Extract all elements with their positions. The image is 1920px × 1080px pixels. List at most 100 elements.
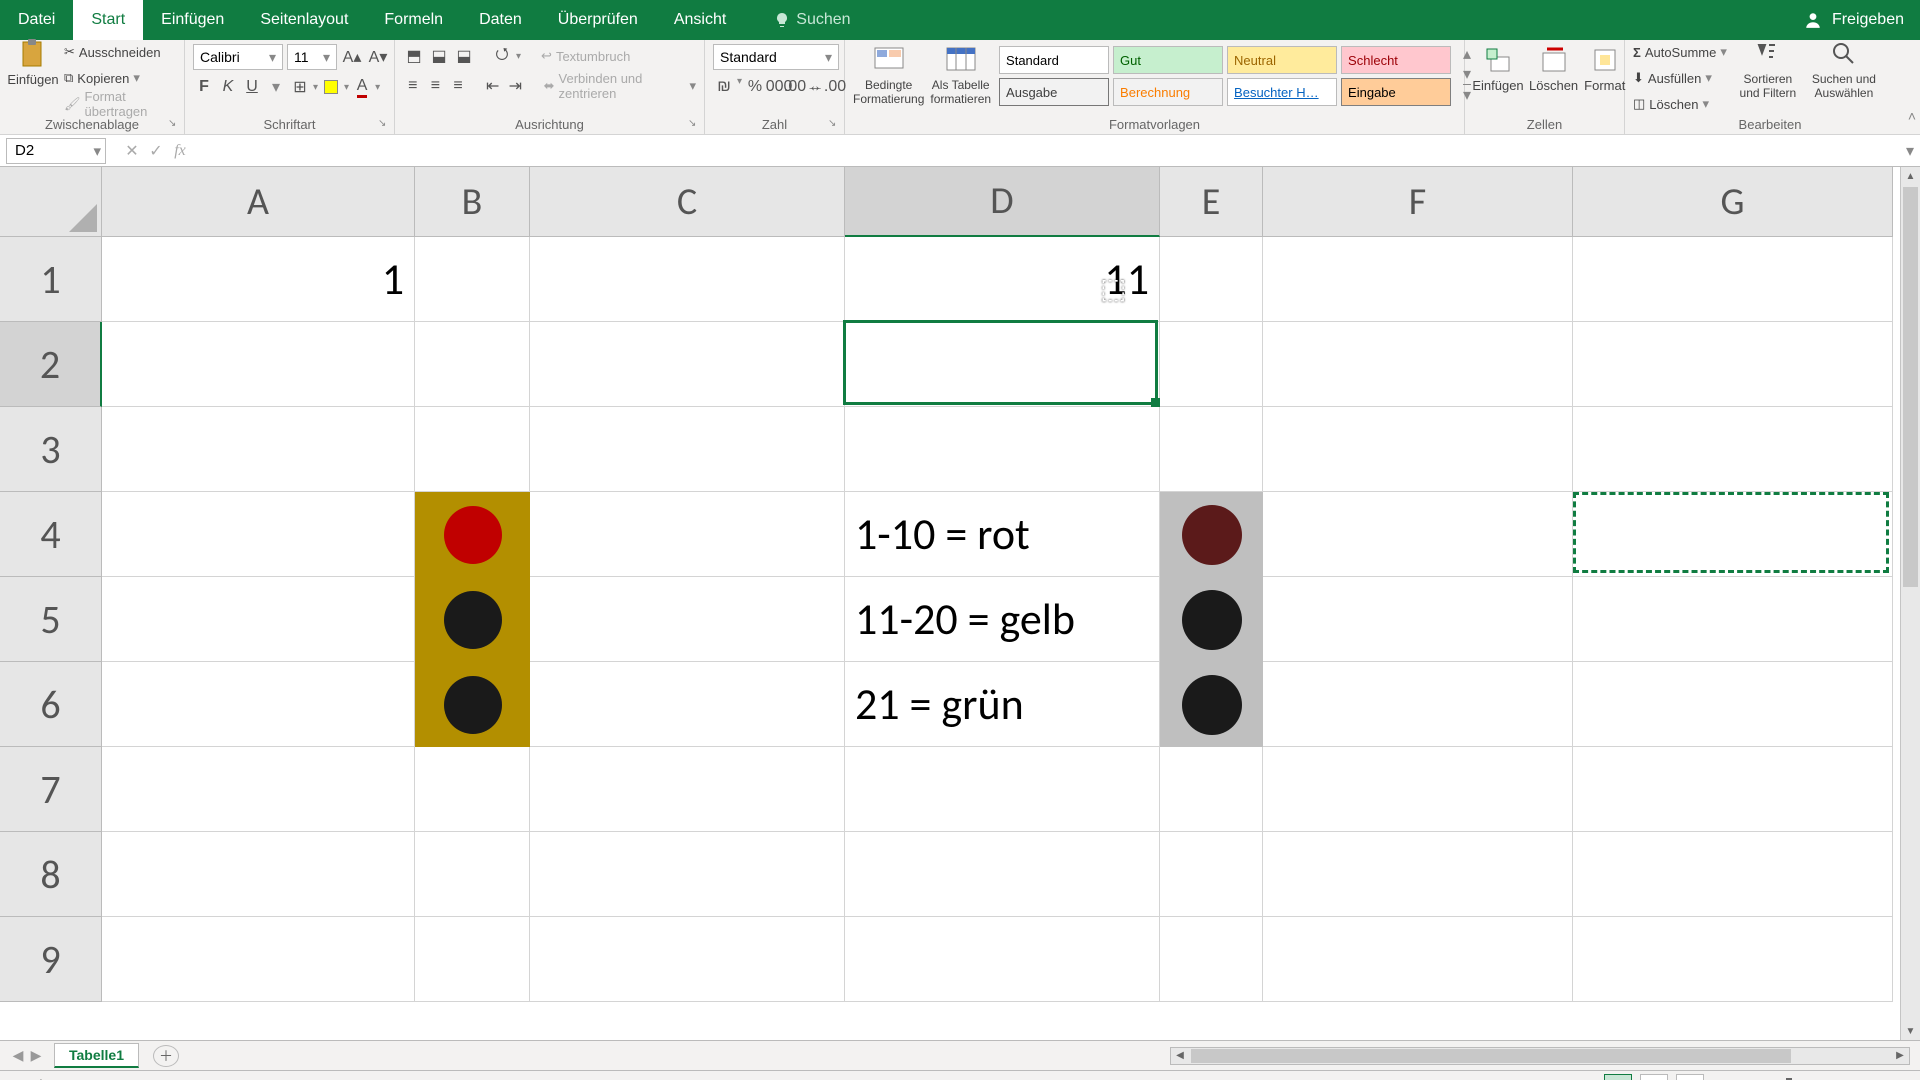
cell-D7[interactable] bbox=[845, 747, 1160, 832]
share-button[interactable]: Freigeben bbox=[1832, 11, 1904, 29]
cell-C5[interactable] bbox=[530, 577, 845, 662]
row-header-7[interactable]: 7 bbox=[0, 747, 102, 832]
cell-D9[interactable] bbox=[845, 917, 1160, 1002]
tab-daten[interactable]: Daten bbox=[461, 0, 540, 40]
collapse-ribbon-icon[interactable]: ˄ bbox=[1908, 108, 1916, 124]
cell-G3[interactable] bbox=[1573, 407, 1893, 492]
row-header-3[interactable]: 3 bbox=[0, 407, 102, 492]
sheet-nav-next-icon[interactable]: ▶ bbox=[28, 1047, 44, 1064]
conditional-formatting-button[interactable]: Bedingte Formatierung bbox=[853, 44, 924, 106]
column-header-D[interactable]: D bbox=[845, 167, 1160, 237]
cell-C1[interactable] bbox=[530, 237, 845, 322]
cell-F9[interactable] bbox=[1263, 917, 1573, 1002]
vertical-scroll-thumb[interactable] bbox=[1903, 187, 1918, 587]
file-tab[interactable]: Datei bbox=[0, 0, 73, 40]
orientation-icon[interactable]: ⭯ bbox=[491, 45, 513, 67]
insert-function-icon[interactable]: fx bbox=[170, 142, 190, 160]
cell-G9[interactable] bbox=[1573, 917, 1893, 1002]
enter-formula-icon[interactable]: ✓ bbox=[146, 141, 166, 161]
cell-D2[interactable] bbox=[845, 322, 1160, 407]
cell-B9[interactable] bbox=[415, 917, 530, 1002]
cell-F8[interactable] bbox=[1263, 832, 1573, 917]
cell-E2[interactable] bbox=[1160, 322, 1263, 407]
number-format-select[interactable]: Standard▾ bbox=[713, 44, 839, 70]
cell-A2[interactable] bbox=[102, 322, 415, 407]
name-box[interactable]: D2▾ bbox=[6, 138, 106, 164]
cell-G1[interactable] bbox=[1573, 237, 1893, 322]
style-gut[interactable]: Gut bbox=[1113, 46, 1223, 74]
font-size-select[interactable]: 11▾ bbox=[287, 44, 337, 70]
border-button[interactable]: ⊞ bbox=[289, 76, 311, 98]
cell-F6[interactable] bbox=[1263, 662, 1573, 747]
cell-F7[interactable] bbox=[1263, 747, 1573, 832]
cancel-formula-icon[interactable]: ✕ bbox=[122, 141, 142, 161]
style-eingabe[interactable]: Eingabe bbox=[1341, 78, 1451, 106]
find-select-button[interactable]: Suchen und Auswählen bbox=[1809, 38, 1879, 100]
cell-A7[interactable] bbox=[102, 747, 415, 832]
copy-button[interactable]: ⧉Kopieren▾ bbox=[64, 66, 176, 90]
decrease-font-icon[interactable]: A▾ bbox=[367, 46, 389, 68]
row-header-1[interactable]: 1 bbox=[0, 237, 102, 322]
horizontal-scrollbar[interactable]: ◀ ▶ bbox=[1170, 1047, 1910, 1065]
cell-F1[interactable] bbox=[1263, 237, 1573, 322]
select-all-corner[interactable] bbox=[0, 167, 102, 237]
style-schlecht[interactable]: Schlecht bbox=[1341, 46, 1451, 74]
cell-F4[interactable] bbox=[1263, 492, 1573, 577]
tab-ueberpruefen[interactable]: Überprüfen bbox=[540, 0, 656, 40]
normal-view-button[interactable]: ▦ bbox=[1604, 1074, 1632, 1080]
cell-E7[interactable] bbox=[1160, 747, 1263, 832]
font-launcher[interactable]: ↘ bbox=[378, 118, 392, 132]
cell-D3[interactable] bbox=[845, 407, 1160, 492]
format-as-table-button[interactable]: Als Tabelle formatieren bbox=[930, 44, 991, 106]
cell-G8[interactable] bbox=[1573, 832, 1893, 917]
expand-formula-bar-icon[interactable]: ▾ bbox=[1900, 141, 1920, 161]
page-break-view-button[interactable]: ▥ bbox=[1676, 1074, 1704, 1080]
column-header-B[interactable]: B bbox=[415, 167, 530, 237]
scroll-right-icon[interactable]: ▶ bbox=[1891, 1048, 1909, 1064]
align-right-icon[interactable]: ≡ bbox=[448, 75, 468, 97]
style-standard[interactable]: Standard bbox=[999, 46, 1109, 74]
tab-start[interactable]: Start bbox=[73, 0, 143, 40]
formula-bar[interactable] bbox=[200, 138, 1900, 164]
zoom-level[interactable]: 390 % bbox=[1871, 1077, 1908, 1080]
format-cells-button[interactable]: Format bbox=[1584, 44, 1625, 93]
cell-B7[interactable] bbox=[415, 747, 530, 832]
cell-D5[interactable]: 11-20 = gelb bbox=[845, 577, 1160, 662]
cell-C6[interactable] bbox=[530, 662, 845, 747]
underline-button[interactable]: U bbox=[241, 76, 263, 98]
cell-C4[interactable] bbox=[530, 492, 845, 577]
sheet-nav-prev-icon[interactable]: ◀ bbox=[10, 1047, 26, 1064]
insert-cells-button[interactable]: Einfügen bbox=[1473, 44, 1523, 93]
cell-F5[interactable] bbox=[1263, 577, 1573, 662]
tab-ansicht[interactable]: Ansicht bbox=[656, 0, 744, 40]
column-header-A[interactable]: A bbox=[102, 167, 415, 237]
cell-A8[interactable] bbox=[102, 832, 415, 917]
zoom-out-button[interactable]: − bbox=[1712, 1077, 1720, 1080]
wrap-text-button[interactable]: ↩Textumbruch bbox=[541, 44, 630, 68]
align-middle-icon[interactable]: ⬓ bbox=[428, 45, 450, 67]
style-berechnung[interactable]: Berechnung bbox=[1113, 78, 1223, 106]
cell-D4[interactable]: 1-10 = rot bbox=[845, 492, 1160, 577]
cell-C7[interactable] bbox=[530, 747, 845, 832]
row-header-4[interactable]: 4 bbox=[0, 492, 102, 577]
percent-icon[interactable]: % bbox=[744, 76, 766, 98]
cell-B2[interactable] bbox=[415, 322, 530, 407]
row-header-9[interactable]: 9 bbox=[0, 917, 102, 1002]
cell-E8[interactable] bbox=[1160, 832, 1263, 917]
style-neutral[interactable]: Neutral bbox=[1227, 46, 1337, 74]
search-box[interactable]: Suchen bbox=[774, 11, 850, 29]
cell-A4[interactable] bbox=[102, 492, 415, 577]
align-top-icon[interactable]: ⬒ bbox=[403, 45, 425, 67]
tab-seitenlayout[interactable]: Seitenlayout bbox=[242, 0, 366, 40]
add-sheet-button[interactable]: ＋ bbox=[153, 1045, 179, 1067]
bold-button[interactable]: F bbox=[193, 76, 215, 98]
align-bottom-icon[interactable]: ⬓ bbox=[453, 45, 475, 67]
cell-C3[interactable] bbox=[530, 407, 845, 492]
number-launcher[interactable]: ↘ bbox=[828, 118, 842, 132]
cell-D8[interactable] bbox=[845, 832, 1160, 917]
cell-G6[interactable] bbox=[1573, 662, 1893, 747]
cell-E1[interactable] bbox=[1160, 237, 1263, 322]
page-layout-view-button[interactable]: ▤ bbox=[1640, 1074, 1668, 1080]
cell-F3[interactable] bbox=[1263, 407, 1573, 492]
increase-font-icon[interactable]: A▴ bbox=[341, 46, 363, 68]
